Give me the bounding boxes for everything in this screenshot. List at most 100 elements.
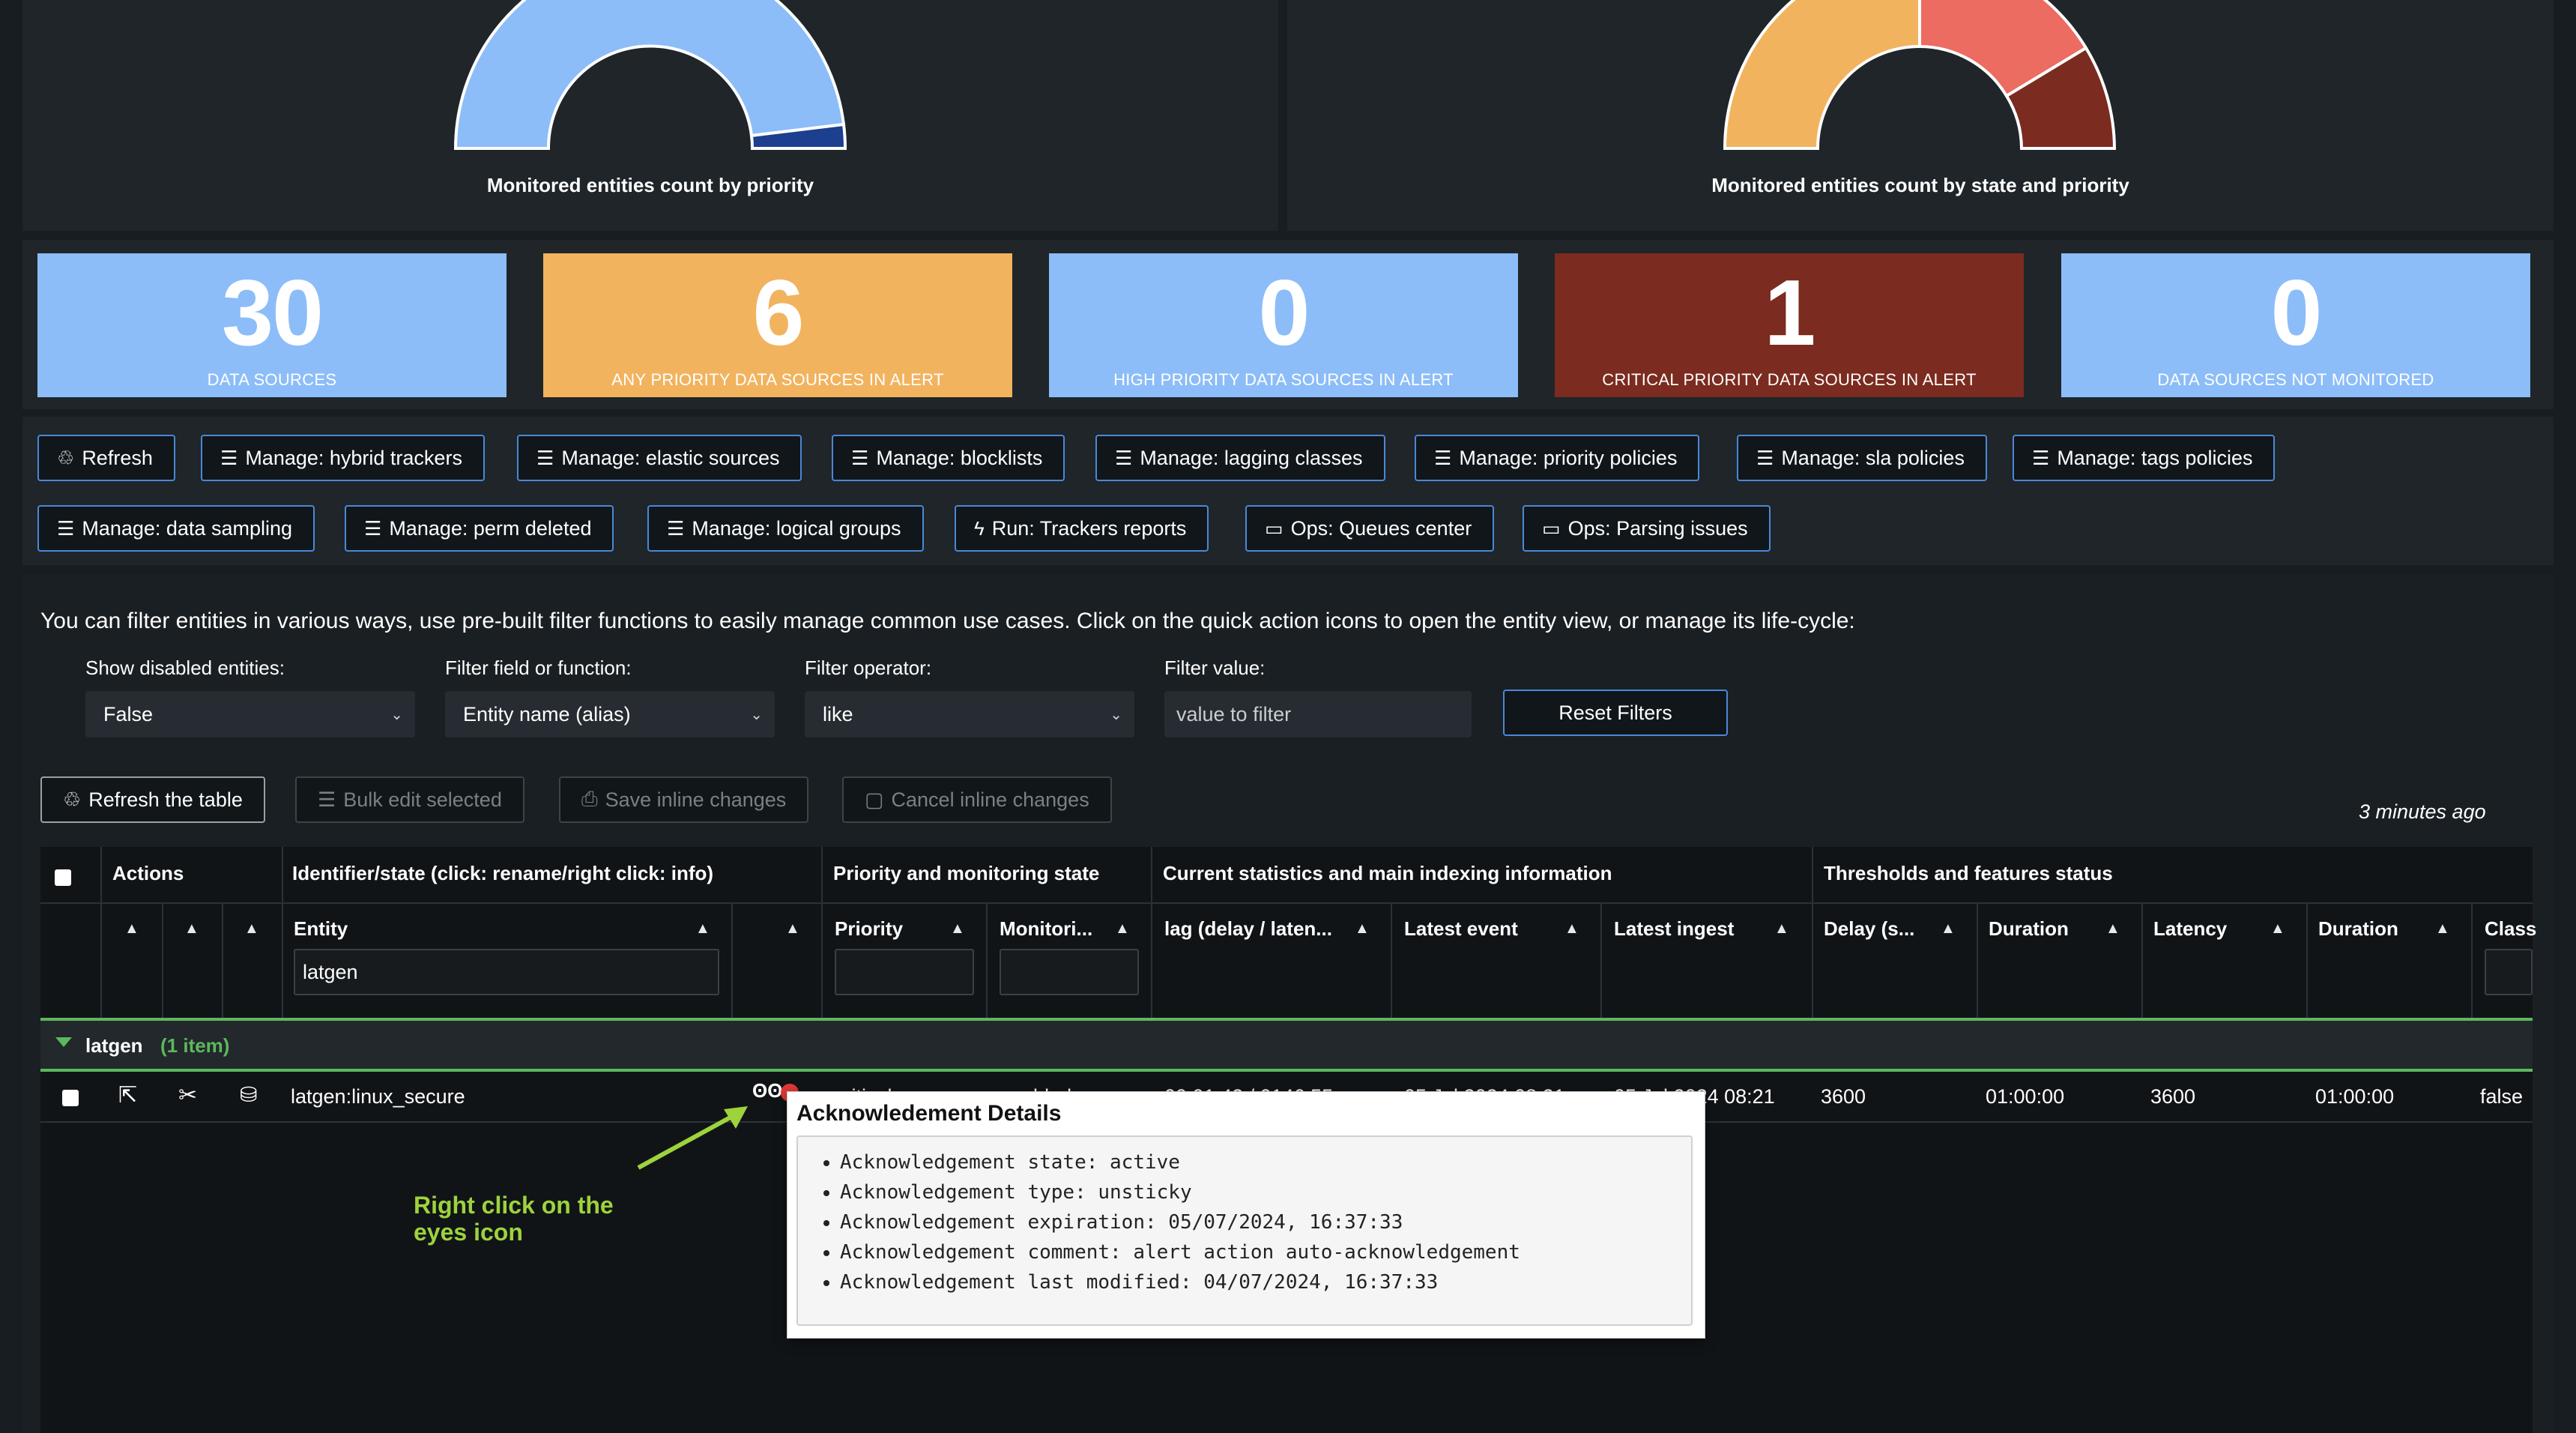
sort-up-icon[interactable]: ▲: [1564, 920, 1579, 938]
filter-field-select[interactable]: Entity name (alias) ⌄: [445, 691, 775, 737]
kpi-any-priority-alert[interactable]: 6 ANY PRIORITY DATA SOURCES IN ALERT: [543, 253, 1012, 397]
kpi-data-sources[interactable]: 30 DATA SOURCES: [37, 253, 507, 397]
row-latency: 3600: [2150, 1085, 2196, 1108]
group-statistics: Current statistics and main indexing inf…: [1163, 862, 1612, 884]
sort-up-icon[interactable]: ▲: [695, 920, 710, 938]
priority-filter-input[interactable]: [835, 949, 974, 995]
annotation-arrow: [637, 1106, 748, 1170]
group-row[interactable]: [40, 1018, 2533, 1072]
button-label: Save inline changes: [605, 788, 787, 811]
kpi-critical-priority-alert[interactable]: 1 CRITICAL PRIORITY DATA SOURCES IN ALER…: [1555, 253, 2024, 397]
sort-up-icon[interactable]: ▲: [124, 920, 139, 938]
column-divider: [2306, 902, 2308, 1019]
sort-up-icon[interactable]: ▲: [2270, 920, 2285, 938]
sort-up-icon[interactable]: ▲: [1115, 920, 1130, 938]
tools-icon[interactable]: ✂: [178, 1082, 197, 1108]
monitoring-filter-input[interactable]: [1000, 949, 1139, 995]
priority-chart-title: Monitored entities count by priority: [486, 174, 814, 196]
manage-elastic-sources-button[interactable]: ☰ Manage: elastic sources: [517, 435, 802, 481]
manage-logical-groups-button[interactable]: ☰ Manage: logical groups: [647, 505, 924, 552]
kpi-not-monitored[interactable]: 0 DATA SOURCES NOT MONITORED: [2061, 253, 2530, 397]
sort-up-icon[interactable]: ▲: [1774, 920, 1789, 938]
column-divider: [1151, 847, 1152, 1019]
column-divider: [986, 902, 988, 1019]
ops-queues-center-button[interactable]: ▭ Ops: Queues center: [1245, 505, 1495, 552]
cancel-icon: ▢: [865, 788, 884, 811]
sort-up-icon[interactable]: ▲: [1941, 920, 1956, 938]
col-class[interactable]: Class: [2485, 917, 2536, 941]
sort-up-icon[interactable]: ▲: [2435, 920, 2450, 938]
button-label: Bulk edit selected: [343, 788, 502, 811]
column-divider: [1812, 847, 1813, 1019]
col-duration-2[interactable]: Duration: [2318, 917, 2398, 941]
kpi-label: DATA SOURCES: [207, 370, 337, 389]
select-all-checkbox[interactable]: [55, 869, 71, 886]
button-label: Manage: perm deleted: [389, 516, 592, 540]
database-icon[interactable]: ⛁: [240, 1082, 257, 1107]
priority-chart-panel: Monitored entities count by priority: [22, 0, 1278, 231]
col-entity[interactable]: Entity: [294, 917, 348, 941]
manage-perm-deleted-button[interactable]: ☰ Manage: perm deleted: [345, 505, 614, 552]
manage-hybrid-trackers-button[interactable]: ☰ Manage: hybrid trackers: [201, 435, 485, 481]
col-priority[interactable]: Priority: [835, 917, 903, 941]
button-label: Reset Filters: [1558, 701, 1672, 724]
row-checkbox[interactable]: [62, 1090, 79, 1106]
disabled-entities-select[interactable]: False ⌄: [85, 691, 415, 737]
refresh-table-button[interactable]: ♲ Refresh the table: [40, 776, 265, 823]
sort-up-icon[interactable]: ▲: [785, 920, 800, 938]
run-trackers-reports-button[interactable]: ϟ Run: Trackers reports: [955, 505, 1209, 552]
sort-up-icon[interactable]: ▲: [184, 920, 199, 938]
entity-filter-input[interactable]: latgen: [294, 949, 719, 995]
col-lag[interactable]: lag (delay / laten...: [1164, 917, 1332, 941]
column-divider: [1977, 902, 1978, 1019]
sort-up-icon[interactable]: ▲: [1355, 920, 1370, 938]
col-latest-ingest[interactable]: Latest ingest: [1614, 917, 1734, 941]
ops-parsing-issues-button[interactable]: ▭ Ops: Parsing issues: [1523, 505, 1771, 552]
popup-content: Acknowledgement state: active Acknowledg…: [796, 1135, 1693, 1326]
col-delay[interactable]: Delay (s...: [1824, 917, 1914, 941]
manage-sla-policies-button[interactable]: ☰ Manage: sla policies: [1737, 435, 1987, 481]
manage-data-sampling-button[interactable]: ☰ Manage: data sampling: [37, 505, 315, 552]
manage-priority-policies-button[interactable]: ☰ Manage: priority policies: [1415, 435, 1700, 481]
kpi-high-priority-alert[interactable]: 0 HIGH PRIORITY DATA SOURCES IN ALERT: [1049, 253, 1518, 397]
field-filter-label: Filter field or function:: [445, 657, 632, 679]
col-latency[interactable]: Latency: [2153, 917, 2227, 941]
group-toggle-icon[interactable]: [55, 1037, 72, 1047]
col-duration[interactable]: Duration: [1989, 917, 2069, 941]
class-filter-input[interactable]: [2485, 949, 2533, 995]
state-chart-panel: Monitored entities count by state and pr…: [1287, 0, 2554, 231]
cancel-inline-button[interactable]: ▢ Cancel inline changes: [842, 776, 1112, 823]
column-divider: [2471, 902, 2473, 1019]
save-inline-button[interactable]: ⎙ Save inline changes: [559, 776, 809, 823]
operator-filter-label: Filter operator:: [805, 657, 932, 679]
sort-up-icon[interactable]: ▲: [244, 920, 259, 938]
group-thresholds: Thresholds and features status: [1824, 862, 2113, 884]
filter-value-input[interactable]: value to filter: [1164, 691, 1472, 737]
value-filter-label: Filter value:: [1164, 657, 1266, 679]
row-entity[interactable]: latgen:linux_secure: [291, 1085, 465, 1108]
row-duration: 01:00:00: [1986, 1085, 2065, 1108]
manage-lagging-classes-button[interactable]: ☰ Manage: lagging classes: [1095, 435, 1385, 481]
sort-up-icon[interactable]: ▲: [2105, 920, 2120, 938]
button-label: Manage: lagging classes: [1140, 446, 1363, 469]
button-label: Refresh the table: [88, 788, 243, 811]
bulk-edit-button[interactable]: ☰ Bulk edit selected: [295, 776, 524, 823]
kpi-label: CRITICAL PRIORITY DATA SOURCES IN ALERT: [1602, 370, 1977, 389]
sort-up-icon[interactable]: ▲: [950, 920, 965, 938]
sliders-icon: ☰: [2032, 446, 2050, 469]
col-latest-event[interactable]: Latest event: [1404, 917, 1518, 941]
refresh-button[interactable]: ♲ Refresh: [37, 435, 175, 481]
col-monitoring[interactable]: Monitori...: [1000, 917, 1092, 941]
kpi-label: DATA SOURCES NOT MONITORED: [2157, 370, 2434, 389]
filter-operator-select[interactable]: like ⌄: [805, 691, 1134, 737]
manage-tags-policies-button[interactable]: ☰ Manage: tags policies: [2013, 435, 2276, 481]
reset-filters-button[interactable]: Reset Filters: [1503, 690, 1728, 736]
monitor-icon: ▭: [1265, 516, 1284, 540]
manage-blocklists-button[interactable]: ☰ Manage: blocklists: [832, 435, 1065, 481]
group-identifier: Identifier/state (click: rename/right cl…: [292, 862, 714, 884]
priority-gauge: [453, 0, 847, 150]
column-divider: [821, 847, 823, 1019]
popup-item: Acknowledgement type: unsticky: [840, 1177, 1691, 1207]
open-entity-icon[interactable]: ⇱: [118, 1082, 137, 1108]
column-divider: [100, 847, 102, 1019]
